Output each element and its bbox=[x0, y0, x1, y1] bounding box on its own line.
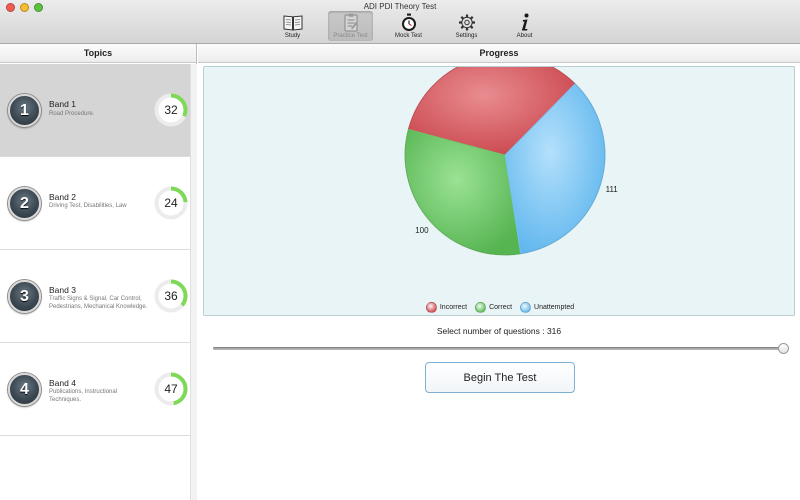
topic-band-3[interactable]: 3 Band 3 Traffic Signs & Signal, Car Con… bbox=[0, 250, 190, 343]
topic-question-count: 24 bbox=[164, 196, 178, 210]
toolbar-about-button[interactable]: About bbox=[502, 11, 547, 41]
topic-title: Band 2 bbox=[49, 192, 76, 202]
title-bar: ADI PDI Theory Test Study Practice Test bbox=[0, 0, 800, 44]
legend-item-correct: Correct bbox=[475, 302, 512, 313]
topic-band-1[interactable]: 1 Band 1 Road Procedure. 32 bbox=[0, 64, 190, 157]
topic-description: Road Procedure. bbox=[49, 111, 95, 117]
toolbar-settings-label: Settings bbox=[455, 33, 478, 39]
topic-description: Traffic Signs & Signal, Car Control, Ped… bbox=[49, 296, 148, 310]
stopwatch-icon bbox=[401, 13, 416, 31]
topic-description: Publications, Instructional Techniques. bbox=[49, 389, 118, 403]
clipboard-icon bbox=[344, 13, 357, 32]
legend-label: Incorrect bbox=[439, 304, 468, 311]
toolbar-about-label: About bbox=[516, 33, 533, 39]
topic-question-count: 47 bbox=[164, 382, 178, 396]
info-icon bbox=[521, 13, 528, 31]
toolbar: Study Practice Test Mock Test Settings A… bbox=[270, 11, 560, 43]
topic-question-count: 32 bbox=[164, 103, 178, 117]
legend-swatch bbox=[475, 302, 487, 313]
toolbar-mock-test-label: Mock Test bbox=[395, 33, 422, 39]
topic-title: Band 4 bbox=[49, 378, 76, 388]
chart-legend: Incorrect Correct Unattempted bbox=[204, 302, 796, 313]
slider-thumb[interactable] bbox=[777, 343, 789, 354]
legend-label: Unattempted bbox=[534, 304, 575, 311]
topic-band-4[interactable]: 4 Band 4 Publications, Instructional Tec… bbox=[0, 343, 190, 436]
window-title: ADI PDI Theory Test bbox=[363, 2, 437, 11]
toolbar-settings-button[interactable]: Settings bbox=[444, 11, 489, 41]
legend-item-incorrect: Incorrect bbox=[425, 302, 468, 313]
book-icon bbox=[283, 15, 302, 31]
pie-data-label: 100 bbox=[415, 226, 429, 235]
legend-label: Correct bbox=[489, 304, 513, 311]
topics-sidebar: Topics 1 Band 1 Road Procedure. 32 2 Ban… bbox=[0, 44, 197, 500]
legend-swatch bbox=[425, 302, 437, 313]
legend-swatch bbox=[520, 302, 532, 313]
band-number-badge: 2 bbox=[8, 187, 41, 220]
pie-chart-container: 105100111 Incorrect Correct Unattempted bbox=[203, 66, 795, 316]
band-number-badge: 3 bbox=[8, 280, 41, 313]
select-questions-label: Select number of questions : 316 bbox=[436, 326, 562, 336]
topic-title: Band 1 bbox=[49, 99, 76, 109]
toolbar-mock-test-button[interactable]: Mock Test bbox=[386, 11, 431, 41]
gear-icon bbox=[458, 14, 475, 31]
begin-test-button[interactable]: Begin The Test bbox=[425, 362, 575, 393]
toolbar-practice-test-button[interactable]: Practice Test bbox=[328, 11, 373, 41]
progress-header: Progress bbox=[198, 44, 800, 63]
progress-pie-chart: 105100111 bbox=[404, 67, 619, 256]
toolbar-practice-test-label: Practice Test bbox=[333, 33, 368, 39]
topic-title: Band 3 bbox=[49, 285, 76, 295]
topics-header: Topics bbox=[0, 44, 196, 63]
topic-band-2[interactable]: 2 Band 2 Driving Test, Disabilities, Law… bbox=[0, 157, 190, 250]
toolbar-study-button[interactable]: Study bbox=[270, 11, 315, 41]
pie-data-label: 111 bbox=[606, 185, 619, 194]
topic-description: Driving Test, Disabilities, Law bbox=[49, 203, 127, 209]
toolbar-study-label: Study bbox=[284, 33, 301, 39]
question-count-slider[interactable] bbox=[213, 347, 783, 350]
progress-panel: Progress 105100111 Incorrect Correct Una… bbox=[198, 44, 800, 500]
sidebar-scrollbar[interactable] bbox=[190, 64, 197, 500]
band-number-badge: 1 bbox=[8, 94, 41, 127]
legend-item-unattempted: Unattempted bbox=[520, 302, 574, 313]
band-number-badge: 4 bbox=[8, 373, 41, 406]
topic-list: 1 Band 1 Road Procedure. 32 2 Band 2 Dri… bbox=[0, 64, 190, 436]
topic-question-count: 36 bbox=[164, 289, 178, 303]
